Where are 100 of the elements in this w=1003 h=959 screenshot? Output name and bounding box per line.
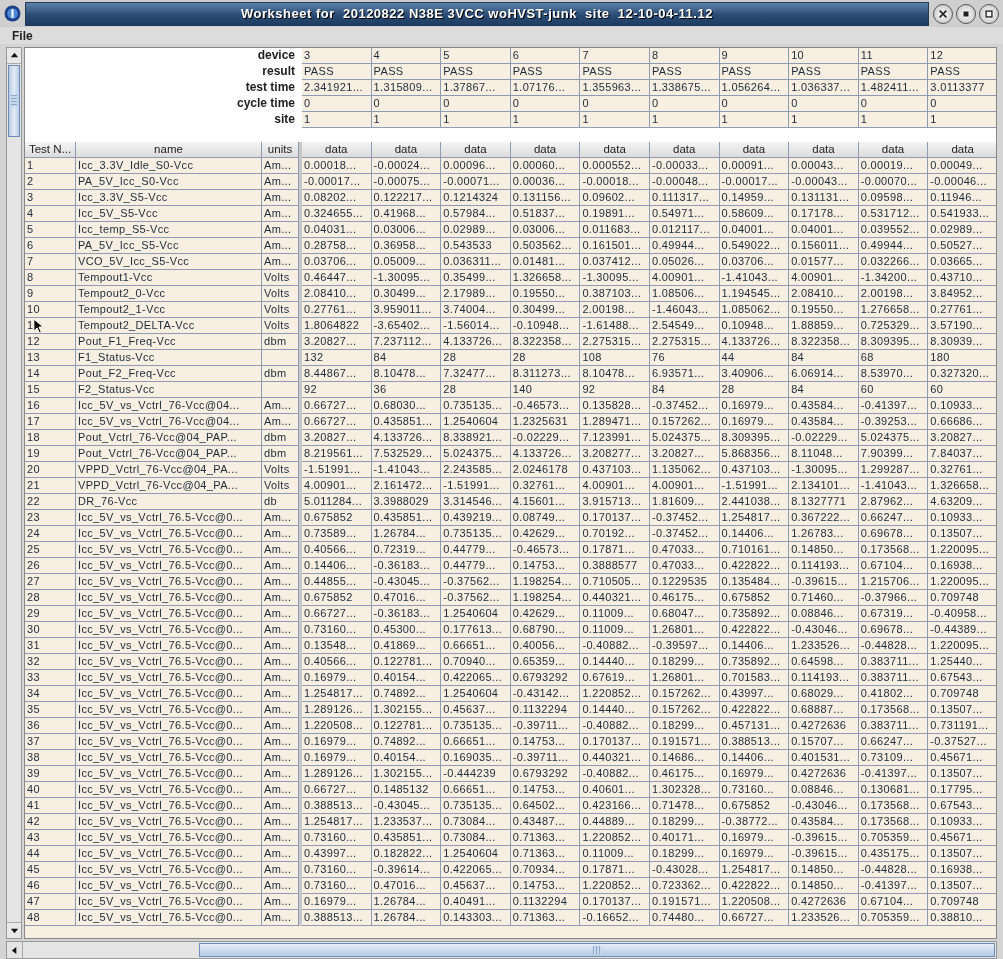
table-cell: 0.735892... [719, 654, 790, 670]
table-cell: 0.143303... [441, 910, 511, 926]
column-header[interactable]: data [649, 142, 720, 158]
table-cell: -0.43046... [789, 798, 859, 814]
table-cell: 0.173568... [858, 814, 929, 830]
table-cell: 0.47033... [649, 558, 720, 574]
table-cell: 7.237112... [371, 334, 442, 350]
table-cell: 0.170137... [580, 734, 650, 750]
column-header[interactable]: name [76, 142, 262, 158]
table-cell: 34 [25, 686, 76, 702]
table-cell: 1.220095... [928, 638, 996, 654]
table-cell: 4.133726... [371, 430, 442, 446]
table-cell: 0.46447... [302, 270, 372, 286]
column-header[interactable]: data [789, 142, 859, 158]
table-cell: 39 [25, 766, 76, 782]
table-cell: 0.04031... [302, 222, 372, 238]
table-cell: -0.43045... [371, 798, 442, 814]
table-cell: 0.40566... [302, 542, 372, 558]
table-cell: 3.20827... [302, 334, 372, 350]
table-cell: 0.66727... [302, 398, 372, 414]
table-cell: -1.51991... [302, 462, 372, 478]
table-cell: 13 [25, 350, 76, 366]
table-cell: 0.44779... [441, 558, 511, 574]
table-cell: 0.435851... [371, 510, 442, 526]
scroll-up-button[interactable] [7, 48, 21, 64]
table-cell: 60 [928, 382, 996, 398]
table-cell: 0.388513... [302, 798, 372, 814]
table-cell: 1.036337... [789, 80, 859, 96]
column-header[interactable]: data [302, 142, 372, 158]
table-cell: 0.156011... [789, 238, 859, 254]
table-cell: 1.276658... [858, 302, 929, 318]
table-cell: 0.72319... [371, 542, 442, 558]
table-cell: 0.69678... [858, 622, 929, 638]
table-cell: 0.74892... [371, 686, 442, 702]
menu-item[interactable]: File [8, 28, 37, 43]
table-cell: 0 [580, 96, 650, 112]
table-cell: 0.161501... [580, 238, 650, 254]
table-cell: 0.1229535 [649, 574, 720, 590]
column-header[interactable]: data [371, 142, 442, 158]
table-cell: 0.41968... [371, 206, 442, 222]
table-cell: Am... [262, 782, 299, 798]
table-cell: 1.254817... [719, 862, 790, 878]
table-cell: 0.16979... [302, 734, 372, 750]
column-header[interactable]: data [928, 142, 996, 158]
table-cell: 0.383711... [858, 670, 929, 686]
table-cell: 0.16979... [719, 846, 790, 862]
table-cell: 0.66651... [441, 638, 511, 654]
vertical-scrollbar[interactable] [6, 47, 22, 939]
table-cell: 0.191571... [649, 734, 720, 750]
column-header[interactable]: data [510, 142, 581, 158]
table-cell: 0.73084... [441, 830, 511, 846]
table-cell: 3.314546... [441, 494, 511, 510]
table-cell: Icc_5V_vs_Vctrl_76.5-Vcc@0... [76, 750, 262, 766]
maximize-button[interactable] [956, 3, 976, 24]
close-button[interactable] [933, 3, 953, 24]
table-cell: 0.19550... [789, 302, 859, 318]
column-header[interactable]: data [441, 142, 511, 158]
table-cell: 8 [649, 48, 720, 64]
scroll-down-button[interactable] [7, 922, 21, 938]
table-cell: -0.444239 [441, 766, 511, 782]
table-cell: 0.70934... [510, 862, 581, 878]
table-cell: 0.423166... [580, 798, 650, 814]
column-header[interactable]: data [719, 142, 790, 158]
table-cell: 1.26784... [371, 910, 442, 926]
column-header[interactable]: Test N... [25, 142, 76, 158]
column-header[interactable]: data [580, 142, 650, 158]
table-cell: VCO_5V_Icc_S5-Vcc [76, 254, 262, 270]
table-cell: -1.30095... [580, 270, 650, 286]
table-cell: 0.709748 [928, 686, 996, 702]
table-cell: 8.10478... [371, 366, 442, 382]
table-cell: PASS [719, 64, 790, 80]
table-cell: 0.000552... [580, 158, 650, 174]
table-cell: 4 [25, 206, 76, 222]
table-cell: 0.44889... [580, 814, 650, 830]
table-cell: db [262, 494, 299, 510]
table-cell: 0.08846... [789, 606, 859, 622]
table-cell: Icc_5V_vs_Vctrl_76.5-Vcc@0... [76, 798, 262, 814]
column-header[interactable]: units [262, 142, 299, 158]
table-cell: 1.2540604 [441, 846, 511, 862]
table-cell: 0.03006... [371, 222, 442, 238]
table-cell: 5 [441, 48, 511, 64]
table-cell: 0.46175... [649, 590, 720, 606]
minimize-button[interactable] [979, 3, 999, 24]
scroll-thumb[interactable] [199, 943, 995, 957]
table-cell: 0.02989... [441, 222, 511, 238]
table-cell: 0.66727... [302, 414, 372, 430]
table-cell: -0.37452... [649, 510, 720, 526]
table-cell: Icc_5V_vs_Vctrl_76.5-Vcc@0... [76, 782, 262, 798]
table-cell: -1.30095... [789, 462, 859, 478]
scroll-thumb[interactable] [8, 65, 20, 137]
table-cell: 0.13507... [928, 878, 996, 894]
table-cell: 0.14753... [510, 782, 581, 798]
horizontal-scrollbar[interactable] [6, 941, 997, 959]
table-cell: Icc_5V_vs_Vctrl_76.5-Vcc@0... [76, 542, 262, 558]
table-cell: 0.14406... [302, 558, 372, 574]
table-cell: 0.66651... [441, 782, 511, 798]
table-cell: 4.133726... [510, 446, 581, 462]
table-cell: -0.41397... [858, 398, 929, 414]
table-cell: 4 [371, 48, 442, 64]
column-header[interactable]: data [858, 142, 929, 158]
